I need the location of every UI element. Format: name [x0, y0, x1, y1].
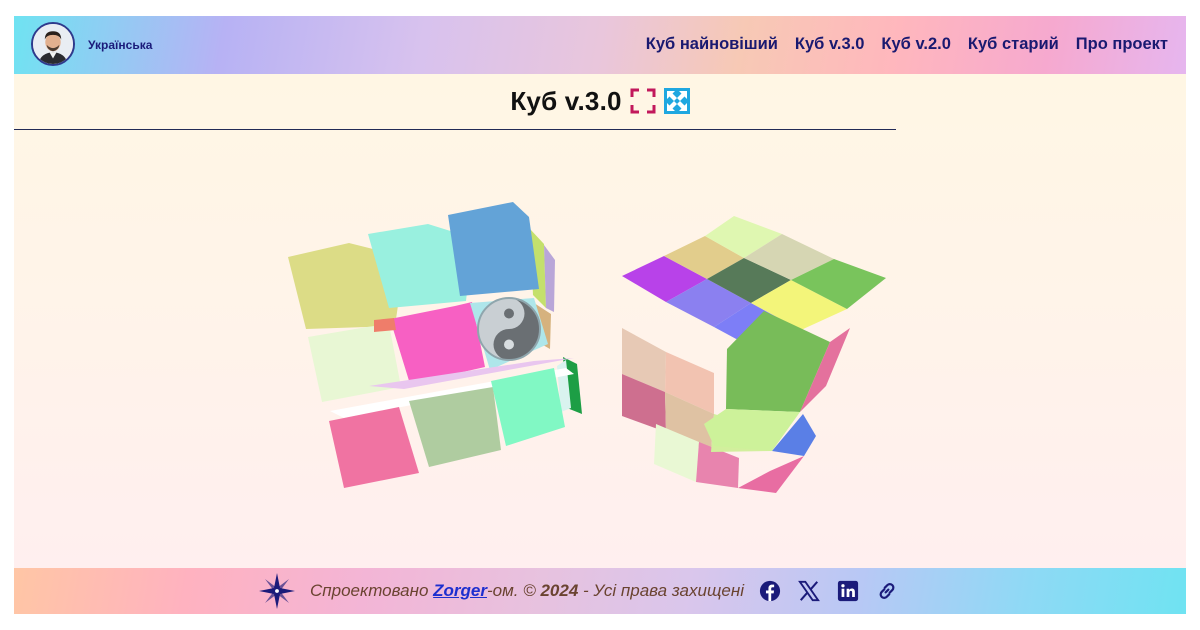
- social-links: [759, 580, 898, 602]
- copyright-prefix: Спроектовано: [310, 581, 434, 600]
- cube-face-tile: [308, 324, 401, 402]
- cube-canvas[interactable]: [14, 16, 1186, 614]
- footer-content: Спроектовано Zorger-ом. © 2024 - Усі пра…: [258, 568, 898, 614]
- author-link[interactable]: Zorger: [433, 581, 487, 600]
- footer: Спроектовано Zorger-ом. © 2024 - Усі пра…: [14, 568, 1186, 614]
- copyright-text: Спроектовано Zorger-ом. © 2024 - Усі пра…: [310, 581, 744, 601]
- cube-face-tile: [329, 407, 419, 488]
- x-icon[interactable]: [798, 580, 820, 602]
- cube-face-tile: [448, 202, 539, 296]
- left-cube: [288, 202, 582, 488]
- link-icon[interactable]: [876, 580, 898, 602]
- yin-yang-tile: [477, 297, 541, 361]
- cube-face-tile: [491, 368, 565, 446]
- compass-logo: [259, 573, 295, 609]
- right-cube: [622, 216, 886, 493]
- copyright-rights: - Усі права захищені: [578, 581, 744, 600]
- linkedin-icon[interactable]: [837, 580, 859, 602]
- page-frame: Українська Куб найновіший Куб v.3.0 Куб …: [14, 16, 1186, 614]
- copyright-year: 2024: [540, 581, 579, 600]
- facebook-icon[interactable]: [759, 580, 781, 602]
- cube-face-tile: [409, 387, 501, 467]
- copyright-suffix: -ом. ©: [486, 581, 541, 600]
